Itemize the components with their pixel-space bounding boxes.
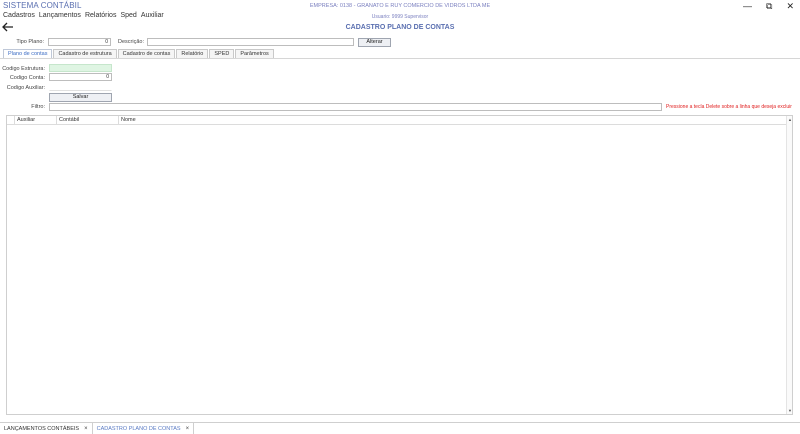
col-auxiliar[interactable]: Auxiliar: [14, 116, 56, 125]
codigo-conta-field[interactable]: 0: [49, 73, 112, 81]
filtro-input[interactable]: [49, 103, 662, 111]
close-icon[interactable]: ✕: [786, 2, 794, 11]
col-contabil[interactable]: Contábil: [56, 116, 118, 125]
tipo-plano-field[interactable]: 0: [48, 38, 111, 46]
close-icon[interactable]: ×: [186, 426, 190, 432]
task-tab-cadastro-plano[interactable]: CADASTRO PLANO DE CONTAS ×: [93, 423, 195, 434]
scroll-up-icon[interactable]: ▲: [787, 117, 793, 122]
row-selector-header: [7, 116, 14, 125]
grid-scrollbar[interactable]: ▲ ▼: [786, 116, 792, 414]
back-arrow-icon[interactable]: [2, 21, 14, 34]
col-nome[interactable]: Nome: [118, 116, 786, 125]
minimize-icon[interactable]: —: [743, 2, 752, 11]
task-tab-label: LANÇAMENTOS CONTÁBEIS: [4, 425, 80, 432]
descricao-field[interactable]: [147, 38, 354, 46]
menu-bar: Cadastros Lançamentos Relatórios Sped Au…: [3, 12, 164, 19]
descricao-label: Descrição:: [118, 39, 144, 45]
tipo-plano-label: Tipo Plano:: [16, 39, 44, 45]
screen-title: CADASTRO PLANO DE CONTAS: [345, 24, 455, 31]
window-controls: — ⧉ ✕: [743, 2, 794, 11]
task-tab-lancamentos[interactable]: LANÇAMENTOS CONTÁBEIS ×: [0, 423, 93, 434]
salvar-button[interactable]: Salvar: [49, 93, 112, 102]
delete-hint: Pressione a tecla Delete sobre a linha q…: [666, 104, 792, 110]
codigo-estrutura-label: Codigo Estrutura:: [2, 66, 45, 72]
menu-sped[interactable]: Sped: [120, 12, 136, 19]
codigo-conta-label: Codigo Conta:: [9, 75, 45, 81]
filtro-label: Filtro:: [31, 104, 45, 110]
accounts-grid[interactable]: Auxiliar Contábil Nome ▲ ▼: [6, 115, 793, 415]
restore-icon[interactable]: ⧉: [766, 2, 772, 11]
tab-divider: [0, 58, 800, 59]
alterar-button[interactable]: Alterar: [358, 38, 391, 47]
grid-header: Auxiliar Contábil Nome: [7, 116, 792, 125]
menu-cadastros[interactable]: Cadastros: [3, 12, 35, 19]
menu-auxiliar[interactable]: Auxiliar: [141, 12, 164, 19]
scroll-down-icon[interactable]: ▼: [787, 408, 793, 413]
codigo-auxiliar-label: Codigo Auxiliar:: [6, 85, 45, 91]
close-icon[interactable]: ×: [84, 426, 88, 432]
menu-lancamentos[interactable]: Lançamentos: [39, 12, 81, 19]
open-windows-bar: LANÇAMENTOS CONTÁBEIS × CADASTRO PLANO D…: [0, 422, 800, 434]
task-tab-label: CADASTRO PLANO DE CONTAS: [96, 425, 181, 432]
menu-relatorios[interactable]: Relatórios: [85, 12, 117, 19]
codigo-auxiliar-field[interactable]: [49, 83, 112, 91]
company-name: EMPRESA: 0138 - GRANATO E RUY COMERCIO D…: [309, 3, 491, 9]
codigo-estrutura-field[interactable]: [49, 64, 112, 72]
